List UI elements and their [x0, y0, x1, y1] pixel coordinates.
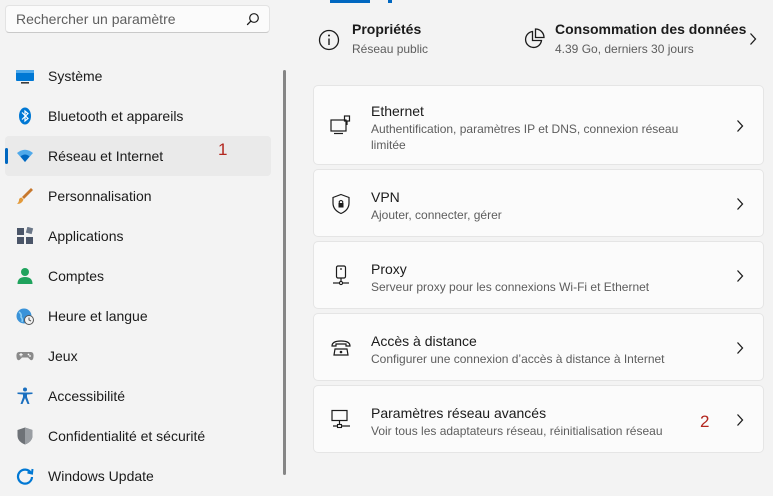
sidebar-item-label: Windows Update: [48, 468, 154, 484]
chevron-right-icon: [737, 120, 744, 132]
search-input[interactable]: [6, 6, 241, 32]
properties-title: Propriétés: [352, 21, 422, 37]
chevron-right-icon: [737, 198, 744, 210]
card-description: Ajouter, connecter, gérer: [371, 208, 502, 222]
monitor-icon: [16, 70, 34, 84]
sidebar-item-confidentialite[interactable]: Confidentialité et sécurité: [5, 416, 271, 456]
update-icon: [16, 468, 34, 485]
settings-search-box[interactable]: [5, 5, 270, 33]
sidebar-item-personnalisation[interactable]: Personnalisation: [5, 176, 271, 216]
card-acces-distance[interactable]: Accès à distance Configurer une connexio…: [313, 313, 764, 381]
sidebar-item-label: Jeux: [48, 348, 78, 364]
annotation-marker-2: 2: [700, 412, 710, 431]
apps-icon: [17, 227, 34, 244]
search-icon[interactable]: [246, 12, 260, 26]
card-description: Authentification, paramètres IP et DNS, …: [371, 122, 679, 152]
card-parametres-reseau-avances[interactable]: Paramètres réseau avancés Voir tous les …: [313, 385, 764, 453]
chevron-right-icon: [737, 414, 744, 426]
ethernet-icon: [330, 115, 351, 135]
data-usage-button[interactable]: Consommation des données 4.39 Go, dernie…: [520, 18, 765, 62]
gamepad-icon: [16, 352, 34, 361]
wifi-icon: [17, 149, 33, 162]
chevron-right-icon: [737, 270, 744, 282]
card-proxy[interactable]: Proxy Serveur proxy pour les connexions …: [313, 241, 764, 309]
sidebar-item-reseau-internet[interactable]: Réseau et Internet: [5, 136, 271, 176]
sidebar-item-comptes[interactable]: Comptes: [5, 256, 271, 296]
sidebar-scrollbar[interactable]: [283, 70, 286, 475]
sidebar-item-jeux[interactable]: Jeux: [5, 336, 271, 376]
card-title: Paramètres réseau avancés: [371, 405, 547, 421]
card-description: Configurer une connexion d’accès à dista…: [371, 352, 665, 366]
bluetooth-icon: [19, 107, 31, 125]
sidebar-item-bluetooth[interactable]: Bluetooth et appareils: [5, 96, 271, 136]
properties-subtitle: Réseau public: [352, 42, 429, 56]
brush-icon: [17, 188, 33, 204]
card-title: Ethernet: [371, 103, 424, 119]
network-properties-button[interactable]: Propriétés Réseau public: [318, 18, 518, 62]
sidebar-item-applications[interactable]: Applications: [5, 216, 271, 256]
card-ethernet[interactable]: Ethernet Authentification, paramètres IP…: [313, 85, 764, 165]
sidebar-item-label: Système: [48, 68, 103, 84]
card-description: Voir tous les adaptateurs réseau, réinit…: [371, 424, 663, 438]
card-title: Proxy: [371, 261, 407, 277]
top-accent-bar-small: [388, 0, 392, 3]
card-description: Serveur proxy pour les connexions Wi-Fi …: [371, 280, 650, 294]
chevron-right-icon: [750, 33, 757, 45]
proxy-icon: [333, 265, 349, 286]
sidebar-item-label: Confidentialité et sécurité: [48, 428, 206, 444]
vpn-shield-icon: [332, 193, 350, 215]
network-computer-icon: [331, 409, 350, 429]
sidebar-item-label: Réseau et Internet: [48, 148, 164, 164]
sidebar-item-label: Accessibilité: [48, 388, 126, 404]
data-usage-subtitle: 4.39 Go, derniers 30 jours: [555, 42, 694, 56]
pie-chart-icon: [524, 28, 545, 49]
data-usage-title: Consommation des données: [555, 21, 747, 37]
annotation-marker-1: 1: [218, 140, 228, 159]
shield-icon: [17, 427, 33, 445]
sidebar-item-heure-langue[interactable]: Heure et langue: [5, 296, 271, 336]
info-icon: [318, 29, 340, 51]
sidebar-item-windows-update[interactable]: Windows Update: [5, 456, 271, 496]
clock-globe-icon: [16, 308, 34, 325]
person-icon: [17, 268, 33, 284]
sidebar-item-label: Heure et langue: [48, 308, 148, 324]
card-title: Accès à distance: [371, 333, 477, 349]
sidebar-item-systeme[interactable]: Système: [5, 56, 271, 96]
top-accent-bar: [330, 0, 370, 3]
sidebar-nav: Système Bluetooth et appareils Réseau et…: [5, 56, 271, 496]
sidebar-item-label: Applications: [48, 228, 124, 244]
sidebar-item-label: Comptes: [48, 268, 105, 284]
accessibility-icon: [17, 387, 33, 404]
card-title: VPN: [371, 189, 400, 205]
sidebar-item-label: Personnalisation: [48, 188, 152, 204]
dialup-icon: [331, 340, 351, 356]
sidebar-item-accessibilite[interactable]: Accessibilité: [5, 376, 271, 416]
card-vpn[interactable]: VPN Ajouter, connecter, gérer: [313, 169, 764, 237]
chevron-right-icon: [737, 342, 744, 354]
sidebar-item-label: Bluetooth et appareils: [48, 108, 184, 124]
